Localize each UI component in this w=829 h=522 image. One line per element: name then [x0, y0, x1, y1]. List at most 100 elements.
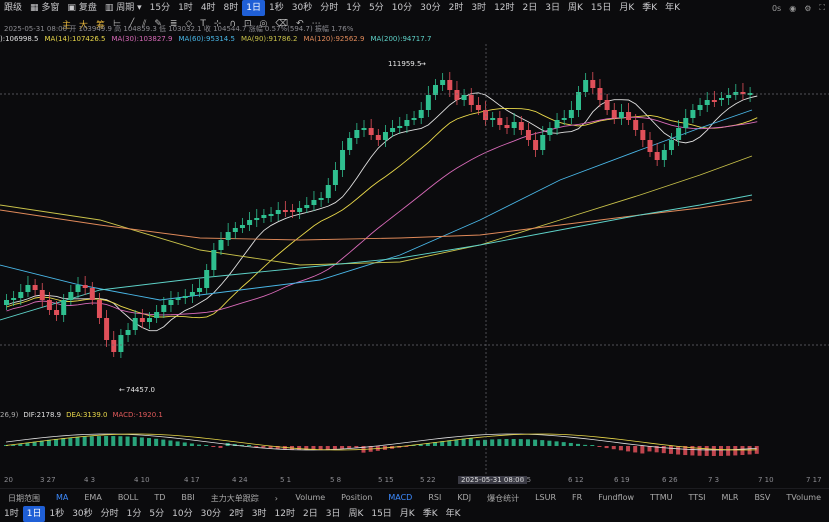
candle-body — [547, 128, 553, 135]
date-axis: 20 3 27 4 3 4 10 4 17 4 24 5 1 5 8 5 15 5 22 2025-… — [0, 474, 829, 486]
period-6[interactable]: 30秒 — [288, 0, 316, 16]
candle-body — [561, 118, 567, 120]
indicator-right-2[interactable]: MACD — [380, 493, 420, 504]
period-18[interactable]: 15日 — [587, 0, 615, 16]
period-1[interactable]: 1时 — [174, 0, 197, 16]
period-16[interactable]: 3日 — [541, 0, 564, 16]
candle-body — [440, 80, 446, 85]
indicator-right-10[interactable]: TTSI — [680, 493, 713, 504]
indicator-right-13[interactable]: TVolume — [778, 493, 829, 504]
macd-bar — [633, 446, 638, 453]
bottom-period-18[interactable]: 年K — [442, 506, 465, 522]
bottom-period-13[interactable]: 3日 — [322, 506, 345, 522]
period-5[interactable]: 1秒 — [265, 0, 288, 16]
bottom-period-10[interactable]: 3时 — [248, 506, 271, 522]
period-0[interactable]: 15分 — [146, 0, 174, 16]
indicator-left-4[interactable]: TD — [146, 493, 173, 504]
period-3[interactable]: 8时 — [220, 0, 243, 16]
bottom-period-15[interactable]: 15日 — [367, 506, 395, 522]
candle-body — [583, 80, 589, 92]
period-17[interactable]: 周K — [564, 0, 587, 16]
macd-bar — [733, 446, 738, 456]
macd-bar — [197, 444, 202, 446]
indicator-right-3[interactable]: RSI — [420, 493, 449, 504]
bottom-period-6[interactable]: 5分 — [145, 506, 168, 522]
indicator-left-5[interactable]: BBI — [173, 493, 202, 504]
bottom-period-5[interactable]: 1分 — [123, 506, 146, 522]
settings-icon[interactable]: ⚙ — [804, 4, 811, 13]
toolbar-top: 跟级 ▦ 多窗 ▣ 复盘 ▥ 周期 ▾ 15分 1时 4时 8时 1日 1秒 30秒 分时 1分… — [0, 0, 829, 16]
period-9[interactable]: 5分 — [365, 0, 388, 16]
ma-value-0: ):106998.5 — [0, 35, 39, 43]
period-14[interactable]: 12时 — [490, 0, 518, 16]
candle-body — [332, 170, 338, 185]
macd-bar — [325, 446, 330, 450]
macd-bar — [54, 438, 59, 446]
bottom-period-9[interactable]: 2时 — [225, 506, 248, 522]
indicator-right-6[interactable]: LSUR — [527, 493, 564, 504]
ma-value-1: MA(14):107426.5 — [44, 35, 106, 43]
bottom-period-8[interactable]: 30分 — [197, 506, 225, 522]
indicator-right-11[interactable]: MLR — [714, 493, 747, 504]
macd-bar — [204, 445, 209, 446]
bottom-period-2[interactable]: 1秒 — [45, 506, 68, 522]
candle-body — [247, 220, 253, 225]
indicator-right-12[interactable]: BSV — [746, 493, 778, 504]
indicator-right-1[interactable]: Position — [333, 493, 380, 504]
indicator-right-7[interactable]: FR — [564, 493, 590, 504]
bottom-period-11[interactable]: 12时 — [271, 506, 299, 522]
bottom-period-17[interactable]: 季K — [419, 506, 442, 522]
period-menu[interactable]: ▥ 周期 ▾ — [101, 0, 146, 16]
period-2[interactable]: 4时 — [197, 0, 220, 16]
macd-value-2: DEA:3139.0 — [66, 411, 108, 419]
bottom-period-4[interactable]: 分时 — [97, 506, 123, 522]
period-4[interactable]: 1日 — [242, 0, 266, 16]
period-13[interactable]: 3时 — [467, 0, 490, 16]
candle-body — [18, 292, 24, 298]
period-8[interactable]: 1分 — [342, 0, 365, 16]
period-20[interactable]: 季K — [638, 0, 661, 16]
bottom-period-7[interactable]: 10分 — [168, 506, 196, 522]
period-15[interactable]: 2日 — [519, 0, 542, 16]
bottom-period-16[interactable]: 月K — [396, 506, 419, 522]
bottom-period-14[interactable]: 周K — [344, 506, 367, 522]
candle-body — [325, 185, 331, 198]
indicator-left-1[interactable]: MA — [48, 493, 76, 504]
period-21[interactable]: 年K — [661, 0, 684, 16]
bottom-period-12[interactable]: 2日 — [299, 506, 322, 522]
macd-bar — [332, 446, 337, 450]
indicator-left-6[interactable]: 主力大单跟踪 — [203, 493, 267, 504]
period-11[interactable]: 30分 — [416, 0, 444, 16]
multi-window-label: 多窗 — [41, 3, 60, 13]
indicator-right-5[interactable]: 爆仓统计 — [479, 493, 527, 504]
indicator-right-4[interactable]: KDJ — [449, 493, 479, 504]
date-label-16: 7 10 — [758, 476, 774, 484]
indicator-left-0[interactable]: 日期范围 — [0, 493, 48, 504]
bottom-period-0[interactable]: 1时 — [0, 506, 23, 522]
period-icon: ▥ — [104, 3, 114, 13]
indicator-right-0[interactable]: Volume — [287, 493, 333, 504]
macd-bar — [533, 439, 538, 446]
macd-bar — [254, 446, 259, 447]
candle-body — [197, 288, 203, 292]
indicator-right-9[interactable]: TTMU — [642, 493, 680, 504]
period-7[interactable]: 分时 — [316, 0, 342, 16]
bottom-period-3[interactable]: 30秒 — [68, 506, 96, 522]
bottom-period-1[interactable]: 1日 — [22, 506, 46, 522]
period-10[interactable]: 10分 — [388, 0, 416, 16]
candle-body — [318, 198, 324, 200]
indicator-right-8[interactable]: Fundflow — [590, 493, 642, 504]
period-12[interactable]: 2时 — [445, 0, 468, 16]
candle-body — [168, 300, 174, 305]
replay-button[interactable]: ▣ 复盘 — [63, 0, 100, 16]
multi-window-button[interactable]: ▦ 多窗 — [26, 0, 63, 16]
indicator-left-3[interactable]: BOLL — [110, 493, 147, 504]
more-indicators-icon[interactable]: › — [267, 494, 286, 503]
camera-icon[interactable]: ◉ — [789, 4, 796, 13]
toolbar-label-0[interactable]: 跟级 — [0, 0, 26, 16]
period-label: 周期 — [116, 3, 135, 13]
indicator-left-2[interactable]: EMA — [76, 493, 109, 504]
period-19[interactable]: 月K — [615, 0, 638, 16]
fullscreen-icon[interactable]: ⛶ — [819, 3, 825, 13]
macd-bar — [61, 438, 66, 446]
